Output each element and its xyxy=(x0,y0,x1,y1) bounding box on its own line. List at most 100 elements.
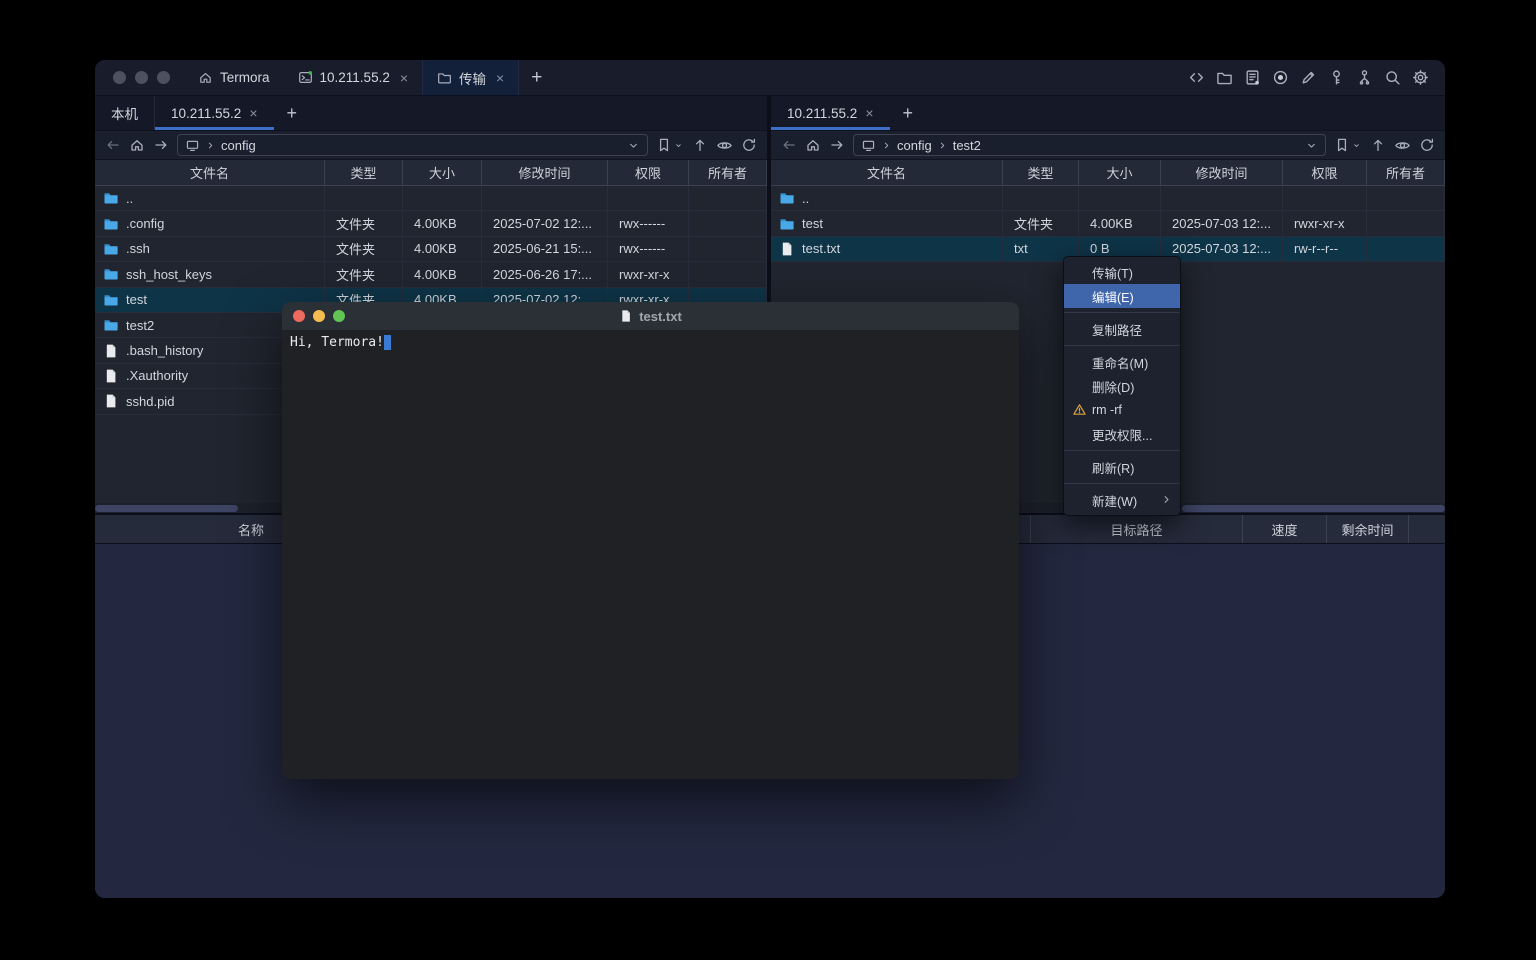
close-icon[interactable]: × xyxy=(496,70,504,86)
traffic-light-minimize[interactable] xyxy=(135,71,148,84)
editor-close-button[interactable] xyxy=(293,310,305,322)
pencil-icon[interactable] xyxy=(1300,69,1317,86)
table-row[interactable]: ssh_host_keys文件夹4.00KB2025-06-26 17:...r… xyxy=(95,262,767,287)
table-row[interactable]: .. xyxy=(771,186,1445,211)
monitor-icon xyxy=(185,138,200,153)
caret-down-icon[interactable] xyxy=(673,140,684,151)
traffic-light-zoom[interactable] xyxy=(157,71,170,84)
table-row[interactable]: .config文件夹4.00KB2025-07-02 12:...rwx----… xyxy=(95,211,767,236)
file-glyph xyxy=(103,343,119,359)
settings-icon[interactable] xyxy=(1412,69,1429,86)
column-header-大小[interactable]: 大小 xyxy=(1079,160,1161,185)
editor-title-text: test.txt xyxy=(639,309,682,324)
window-tab-label: 传输 xyxy=(459,68,486,88)
window-tab-传输[interactable]: 传输 × xyxy=(422,60,519,95)
transfer-column-速度[interactable]: 速度 xyxy=(1242,515,1326,543)
editor-content[interactable]: Hi, Termora! xyxy=(282,330,1019,779)
log-icon[interactable] xyxy=(1244,69,1261,86)
transfer-column-目标路径[interactable]: 目标路径 xyxy=(1030,515,1242,543)
key-icon[interactable] xyxy=(1328,69,1345,86)
back-icon[interactable] xyxy=(781,137,797,153)
column-header-修改时间[interactable]: 修改时间 xyxy=(1161,160,1283,185)
column-header-文件名[interactable]: 文件名 xyxy=(771,160,1003,185)
keychain-icon[interactable] xyxy=(1356,69,1373,86)
code-icon[interactable] xyxy=(1188,69,1205,86)
column-header-文件名[interactable]: 文件名 xyxy=(95,160,325,185)
column-header-权限[interactable]: 权限 xyxy=(608,160,689,185)
forward-icon[interactable] xyxy=(829,137,845,153)
table-row[interactable]: .ssh文件夹4.00KB2025-06-21 15:...rwx------ xyxy=(95,237,767,262)
eye-icon[interactable] xyxy=(716,137,733,154)
left-panel-hscrollbar[interactable] xyxy=(95,505,238,512)
caret-down-icon[interactable] xyxy=(1351,140,1362,151)
column-header-所有者[interactable]: 所有者 xyxy=(1367,160,1445,185)
menu-item-重命名(M)[interactable]: 重命名(M) xyxy=(1064,350,1180,374)
folder-icon[interactable] xyxy=(1216,69,1233,86)
editor-traffic-lights xyxy=(282,310,345,322)
close-icon[interactable]: × xyxy=(400,70,408,86)
menu-item-rm -rf[interactable]: rm -rf xyxy=(1064,398,1180,422)
menu-item-刷新(R)[interactable]: 刷新(R) xyxy=(1064,455,1180,479)
refresh-icon[interactable] xyxy=(741,137,757,153)
path-breadcrumb-field[interactable]: config xyxy=(177,134,648,156)
cell-大小: 4.00KB xyxy=(403,237,482,261)
column-header-权限[interactable]: 权限 xyxy=(1283,160,1367,185)
back-icon[interactable] xyxy=(105,137,121,153)
table-row[interactable]: test文件夹4.00KB2025-07-03 12:...rwxr-xr-x xyxy=(771,211,1445,236)
chevron-down-icon[interactable] xyxy=(1305,139,1318,152)
menu-item-删除(D)[interactable]: 删除(D) xyxy=(1064,374,1180,398)
eye-icon[interactable] xyxy=(1394,137,1411,154)
panel-tab-本机[interactable]: 本机 xyxy=(95,96,155,130)
editor-minimize-button[interactable] xyxy=(313,310,325,322)
menu-item-更改权限...[interactable]: 更改权限... xyxy=(1064,422,1180,446)
menu-item-复制路径[interactable]: 复制路径 xyxy=(1064,317,1180,341)
file-glyph xyxy=(103,393,119,409)
menu-item-编辑(E)[interactable]: 编辑(E) xyxy=(1064,284,1180,308)
column-header-类型[interactable]: 类型 xyxy=(1003,160,1079,185)
chevron-down-icon[interactable] xyxy=(627,139,640,152)
table-row[interactable]: .. xyxy=(95,186,767,211)
traffic-light-close[interactable] xyxy=(113,71,126,84)
column-header-大小[interactable]: 大小 xyxy=(403,160,482,185)
bookmark-icon[interactable] xyxy=(1334,137,1350,153)
search-icon[interactable] xyxy=(1384,69,1401,86)
window-tab-10.211.55.2[interactable]: 10.211.55.2× xyxy=(284,60,423,95)
titlebar-actions xyxy=(1188,60,1445,95)
up-icon[interactable] xyxy=(1370,137,1386,153)
left-panel-toolbar: config xyxy=(95,131,767,160)
cell-类型: 文件夹 xyxy=(325,262,403,286)
close-icon[interactable]: × xyxy=(865,105,873,121)
cell-权限: rwx------ xyxy=(608,211,689,235)
column-header-所有者[interactable]: 所有者 xyxy=(689,160,767,185)
window-tab-Termora[interactable]: Termora xyxy=(184,60,284,95)
refresh-icon[interactable] xyxy=(1419,137,1435,153)
file-name: sshd.pid xyxy=(126,394,174,409)
breadcrumb-segment[interactable]: config xyxy=(897,138,932,153)
breadcrumb-segment[interactable]: test2 xyxy=(953,138,981,153)
forward-icon[interactable] xyxy=(153,137,169,153)
up-icon[interactable] xyxy=(692,137,708,153)
menu-item-传输(T)[interactable]: 传输(T) xyxy=(1064,260,1180,284)
bookmark-icon[interactable] xyxy=(656,137,672,153)
context-menu: 传输(T)编辑(E) 复制路径重命名(M)删除(D)rm -rf更改权限... 刷新… xyxy=(1063,256,1181,516)
close-icon[interactable]: × xyxy=(249,105,257,121)
panel-new-tab-button[interactable]: + xyxy=(274,96,311,130)
editor-zoom-button[interactable] xyxy=(333,310,345,322)
panel-tab-10.211.55.2[interactable]: 10.211.55.2× xyxy=(771,96,890,130)
right-panel-hscrollbar[interactable] xyxy=(1182,505,1445,512)
path-breadcrumb-field[interactable]: config test2 xyxy=(853,134,1326,156)
column-header-类型[interactable]: 类型 xyxy=(325,160,403,185)
record-icon[interactable] xyxy=(1272,69,1289,86)
breadcrumb-segment[interactable]: config xyxy=(221,138,256,153)
home-icon xyxy=(198,70,213,85)
column-header-修改时间[interactable]: 修改时间 xyxy=(482,160,608,185)
new-tab-button[interactable]: + xyxy=(519,60,554,95)
cell-修改时间: 2025-06-21 15:... xyxy=(482,237,608,261)
menu-item-新建(W)[interactable]: 新建(W) xyxy=(1064,488,1180,512)
home-icon[interactable] xyxy=(129,137,145,153)
transfer-column-剩余时间[interactable]: 剩余时间 xyxy=(1326,515,1408,543)
cell-文件名: .ssh xyxy=(95,237,325,261)
panel-new-tab-button[interactable]: + xyxy=(890,96,927,130)
panel-tab-10.211.55.2[interactable]: 10.211.55.2× xyxy=(155,96,274,130)
home-icon[interactable] xyxy=(805,137,821,153)
